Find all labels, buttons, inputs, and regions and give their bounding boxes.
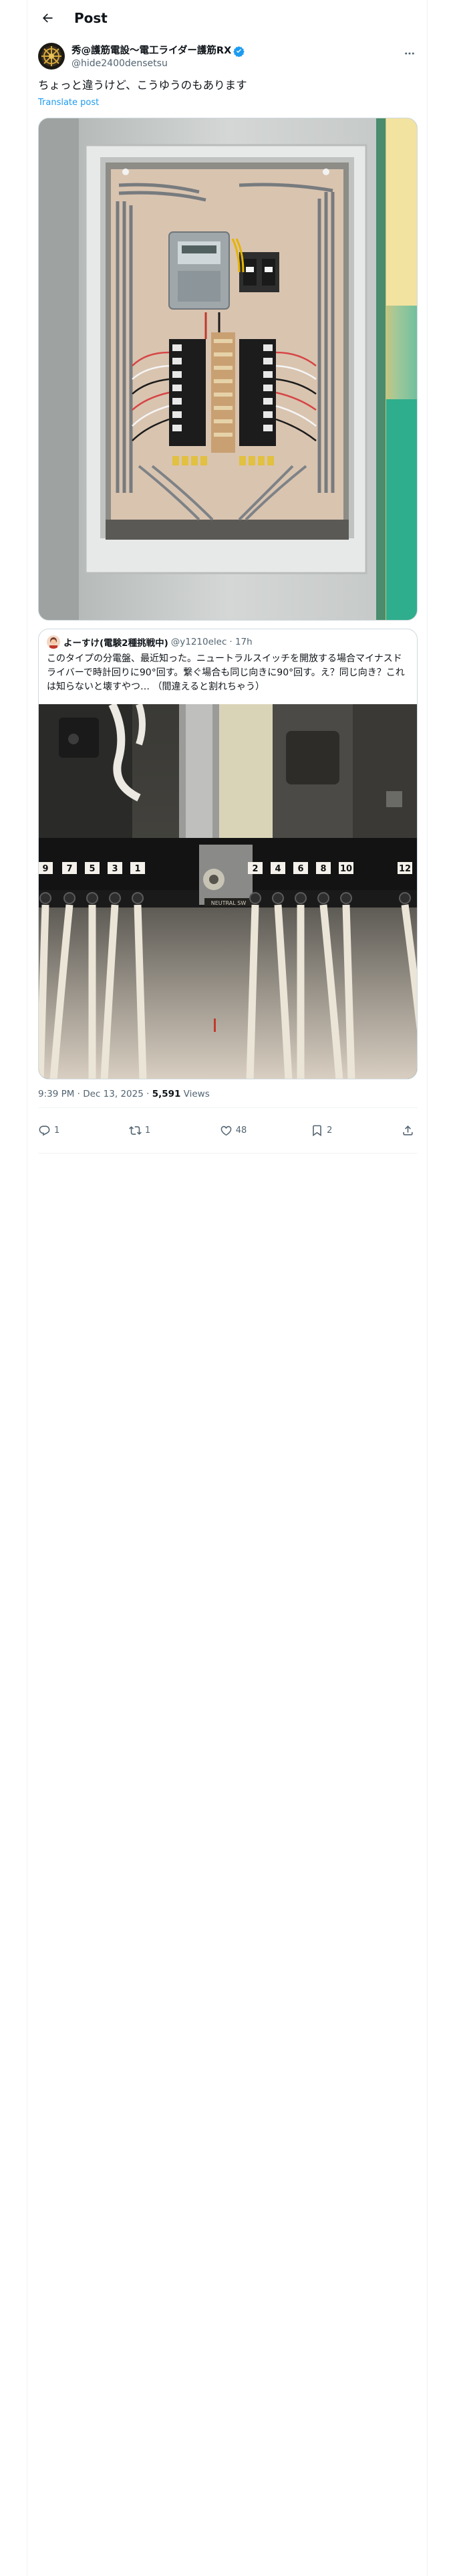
arrow-left-icon — [43, 13, 53, 23]
bookmark-button[interactable]: 2 — [311, 1124, 337, 1137]
quoted-text: このタイプの分電盤、最近知った。ニュートラルスイッチを開放する場合マイナスドライ… — [47, 653, 405, 692]
terminal-screw — [249, 892, 261, 904]
quoted-post-header: よーすけ(電験2種挑戦中) @y1210elec · 17h — [47, 635, 253, 649]
page-title: Post — [74, 9, 108, 26]
top-bar: Post — [27, 0, 428, 35]
svg-text:NEUTRAL SW: NEUTRAL SW — [211, 900, 247, 906]
share-icon — [403, 1125, 413, 1136]
post-author: 秀@護筋電設〜電工ライダー護筋RX @hide2400densetsu — [38, 43, 418, 72]
reply-icon — [39, 1125, 50, 1136]
post-text: ちょっと違うけど、こうゆうのもあります — [38, 79, 247, 92]
bookmark-icon — [313, 1125, 321, 1136]
views-count: 5,591 — [152, 1089, 181, 1099]
terminal-label: 10 — [340, 864, 352, 874]
terminal-label: 1 — [134, 864, 140, 874]
terminal-screw — [340, 892, 352, 904]
quoted-image[interactable]: NEUTRAL SW 9 7 5 3 1 2 4 6 8 10 12 — [39, 702, 417, 1079]
quoted-time: · 17h — [229, 637, 253, 647]
like-button[interactable]: 48 — [220, 1124, 247, 1137]
post-timestamp[interactable]: 9:39 PM · Dec 13, 2025 · 5,591 Views — [38, 1089, 210, 1099]
more-icon — [405, 52, 414, 55]
display-name[interactable]: 秀@護筋電設〜電工ライダー護筋RX — [71, 45, 231, 58]
main-column: Post 秀@護筋電設〜電工ライダー護筋RX @hide2400densetsu… — [27, 0, 428, 2576]
terminal-screw — [39, 892, 51, 904]
quoted-post[interactable]: よーすけ(電験2種挑戦中) @y1210elec · 17h このタイプの分電盤… — [38, 629, 418, 1079]
quoted-display-name: よーすけ(電験2種挑戦中) — [63, 638, 168, 649]
reply-count: 1 — [54, 1125, 60, 1136]
heart-icon — [220, 1125, 232, 1136]
handle[interactable]: @hide2400densetsu — [71, 58, 245, 70]
action-bar: 1 1 48 2 — [38, 1117, 418, 1144]
terminal-screw — [132, 892, 144, 904]
terminal-label: 4 — [275, 864, 281, 874]
terminal-screw — [399, 892, 411, 904]
like-count: 48 — [235, 1125, 247, 1136]
share-button[interactable] — [402, 1124, 418, 1137]
quoted-handle: @y1210elec — [170, 637, 227, 647]
timestamp[interactable]: 9:39 PM · Dec 13, 2025 · — [38, 1089, 152, 1099]
terminal-label: 2 — [252, 864, 258, 874]
terminal-label: 12 — [399, 864, 411, 874]
terminal-label: 7 — [66, 864, 72, 874]
author-name-row[interactable]: 秀@護筋電設〜電工ライダー護筋RX — [71, 45, 245, 58]
terminal-block-photo: NEUTRAL SW 9 7 5 3 1 2 4 6 8 10 12 — [39, 702, 417, 1079]
terminal-label: 8 — [320, 864, 326, 874]
terminal-label: 9 — [42, 864, 48, 874]
terminal-label: 3 — [112, 864, 118, 874]
back-button[interactable] — [35, 6, 59, 30]
terminal-screw — [63, 892, 76, 904]
breaker-panel-photo — [39, 118, 417, 620]
terminal-screw — [109, 892, 121, 904]
repost-count: 1 — [144, 1125, 151, 1136]
quoted-avatar — [47, 635, 60, 649]
terminal-screw — [272, 892, 284, 904]
terminal-screw — [317, 892, 329, 904]
post-image[interactable] — [38, 118, 418, 621]
repost-button[interactable]: 1 — [128, 1124, 156, 1137]
divider — [38, 1153, 418, 1154]
avatar[interactable] — [38, 43, 65, 70]
views-label: Views — [180, 1089, 210, 1099]
terminal-screw — [86, 892, 98, 904]
verified-badge-icon — [233, 46, 245, 57]
terminal-label: 5 — [89, 864, 95, 874]
bookmark-count: 2 — [327, 1125, 333, 1136]
divider — [38, 1107, 418, 1108]
repost-icon — [128, 1125, 142, 1135]
terminal-screw — [295, 892, 307, 904]
more-button[interactable] — [402, 45, 418, 62]
reply-button[interactable]: 1 — [38, 1124, 65, 1137]
translate-link[interactable]: Translate post — [38, 98, 99, 108]
terminal-label: 6 — [297, 864, 303, 874]
